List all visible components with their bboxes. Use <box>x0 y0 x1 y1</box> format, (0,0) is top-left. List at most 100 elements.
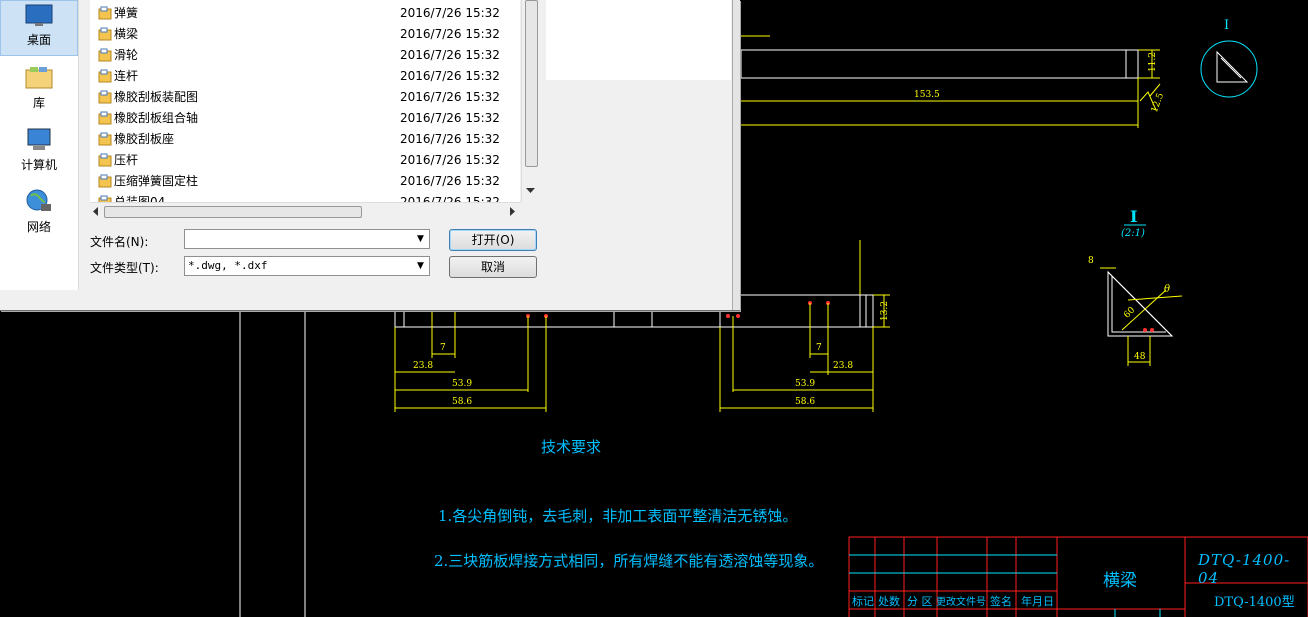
file-date: 2016/7/26 15:32 <box>400 111 500 125</box>
file-date: 2016/7/26 15:32 <box>400 69 500 83</box>
dim-58-6-left: 58.6 <box>452 397 473 407</box>
folder-file-icon <box>98 195 112 202</box>
folder-file-icon <box>98 90 112 104</box>
title-header-signature: 签名 <box>990 595 1012 608</box>
dim-23-8-left: 23.8 <box>413 361 434 371</box>
library-icon <box>25 67 53 89</box>
file-row[interactable]: 总装图04 2016/7/26 15:32 <box>90 192 520 202</box>
file-name: 橡胶刮板座 <box>114 132 175 146</box>
places-bar: 桌面 库 计算机 网络 <box>0 0 79 290</box>
section-label: I <box>1224 18 1230 33</box>
filetype-label: 文件类型(T): <box>90 261 159 275</box>
detail-view <box>1100 224 1183 366</box>
folder-file-icon <box>98 48 112 62</box>
file-name: 橡胶刮板装配图 <box>114 90 199 104</box>
dim-23-8-right: 23.8 <box>833 361 854 371</box>
file-name: 滑轮 <box>114 48 139 62</box>
file-row[interactable]: 橡胶刮板组合轴 2016/7/26 15:32 <box>90 108 520 129</box>
dim-height-right: 13.2 <box>880 300 891 322</box>
folder-file-icon <box>98 27 112 41</box>
computer-icon <box>27 128 51 150</box>
folder-file-icon <box>98 132 112 146</box>
file-date: 2016/7/26 15:32 <box>400 6 500 20</box>
file-row[interactable]: 横梁 2016/7/26 15:32 <box>90 24 520 45</box>
scroll-left-arrow-icon[interactable] <box>93 207 99 216</box>
file-date: 2016/7/26 15:32 <box>400 90 500 104</box>
file-list-vertical-scrollbar[interactable] <box>521 0 539 202</box>
file-list[interactable]: 弹簧 2016/7/26 15:32 横梁 2016/7/26 15:32 滑轮… <box>90 0 520 202</box>
place-library[interactable]: 库 <box>0 64 78 116</box>
title-project: DTQ-1400型 <box>1214 595 1295 610</box>
tech-requirements-title: 技术要求 <box>541 438 602 456</box>
folder-file-icon <box>98 69 112 83</box>
title-header-mark: 标记 <box>852 595 874 608</box>
dim-7-left: 7 <box>440 343 446 353</box>
file-name: 压缩弹簧固定柱 <box>114 174 199 188</box>
file-date: 2016/7/26 15:32 <box>400 132 500 146</box>
beam-top-view <box>740 35 1161 128</box>
file-name: 弹簧 <box>114 6 139 20</box>
detail-dim-angle: θ <box>1164 284 1171 295</box>
place-network-label: 网络 <box>26 220 51 234</box>
detail-dim-top: 8 <box>1088 256 1094 266</box>
vertical-scroll-thumb[interactable] <box>525 0 538 167</box>
file-row[interactable]: 橡胶刮板装配图 2016/7/26 15:32 <box>90 87 520 108</box>
file-list-horizontal-scrollbar[interactable] <box>90 202 521 220</box>
scroll-right-arrow-icon[interactable] <box>510 207 516 216</box>
dialog-frame-edge[interactable] <box>732 0 740 310</box>
folder-file-icon <box>98 6 112 20</box>
file-row[interactable]: 压缩弹簧固定柱 2016/7/26 15:32 <box>90 171 520 192</box>
cancel-button[interactable]: 取消 <box>449 256 537 278</box>
filename-input[interactable] <box>184 229 430 249</box>
file-name: 压杆 <box>114 153 139 167</box>
place-network[interactable]: 网络 <box>0 188 78 240</box>
place-computer[interactable]: 计算机 <box>0 126 78 178</box>
detail-dim-bottom: 48 <box>1134 352 1146 362</box>
dim-height-top: 11.2 <box>1148 51 1159 73</box>
place-computer-label: 计算机 <box>20 158 57 172</box>
title-header-change: 更改文件号 <box>936 597 986 608</box>
place-desktop-label: 桌面 <box>26 33 51 47</box>
dim-58-6-right: 58.6 <box>795 397 816 407</box>
section-callout-circle <box>1200 40 1258 98</box>
file-row[interactable]: 连杆 2016/7/26 15:32 <box>90 66 520 87</box>
open-button[interactable]: 打开(O) <box>449 229 537 251</box>
file-date: 2016/7/26 15:32 <box>400 153 500 167</box>
file-row[interactable]: 橡胶刮板座 2016/7/26 15:32 <box>90 129 520 150</box>
section-callout-triangle <box>1216 50 1249 83</box>
title-drawing-number: DTQ-1400-04 <box>1198 551 1291 587</box>
dim-length: 153.5 <box>914 90 940 100</box>
file-date: 2016/7/26 15:32 <box>400 174 500 188</box>
network-icon <box>26 189 51 211</box>
file-row[interactable]: 弹簧 2016/7/26 15:32 <box>90 3 520 24</box>
tech-note-1: 1.各尖角倒钝，去毛刺，非加工表面平整清洁无锈蚀。 <box>438 507 798 525</box>
place-desktop[interactable]: 桌面 <box>0 0 78 56</box>
file-date: 2016/7/26 15:32 <box>400 48 500 62</box>
file-date: 2016/7/26 15:32 <box>400 27 500 41</box>
title-part-name: 横梁 <box>1103 571 1137 591</box>
detail-scale: (2:1) <box>1121 228 1145 239</box>
folder-file-icon <box>98 153 112 167</box>
scroll-down-arrow-icon[interactable] <box>526 188 535 194</box>
file-row[interactable]: 滑轮 2016/7/26 15:32 <box>90 45 520 66</box>
file-name: 总装图04 <box>114 195 166 202</box>
file-row[interactable]: 压杆 2016/7/26 15:32 <box>90 150 520 171</box>
tech-note-2: 2.三块筋板焊接方式相同，所有焊缝不能有透溶蚀等现象。 <box>434 552 824 570</box>
filetype-dropdown-arrow-icon[interactable]: ▼ <box>417 261 424 271</box>
folder-file-icon <box>98 111 112 125</box>
preview-pane <box>546 0 731 80</box>
title-header-date: 年月日 <box>1021 595 1054 608</box>
filename-label: 文件名(N): <box>90 235 149 249</box>
dim-7-right: 7 <box>816 343 822 353</box>
file-name: 横梁 <box>114 27 139 41</box>
folder-file-icon <box>98 174 112 188</box>
title-header-zone: 分 区 <box>907 595 933 608</box>
filename-dropdown-arrow-icon[interactable]: ▼ <box>417 234 424 244</box>
place-library-label: 库 <box>32 96 45 110</box>
title-header-count: 处数 <box>878 595 900 608</box>
horizontal-scroll-thumb[interactable] <box>104 206 362 218</box>
dim-53-9-right: 53.9 <box>795 379 816 389</box>
open-file-dialog: 桌面 库 计算机 网络 弹簧 2016/7/26 15:32 横梁 2016/7… <box>0 0 740 311</box>
file-name: 橡胶刮板组合轴 <box>114 111 199 125</box>
filetype-select[interactable]: *.dwg, *.dxf <box>184 256 430 276</box>
